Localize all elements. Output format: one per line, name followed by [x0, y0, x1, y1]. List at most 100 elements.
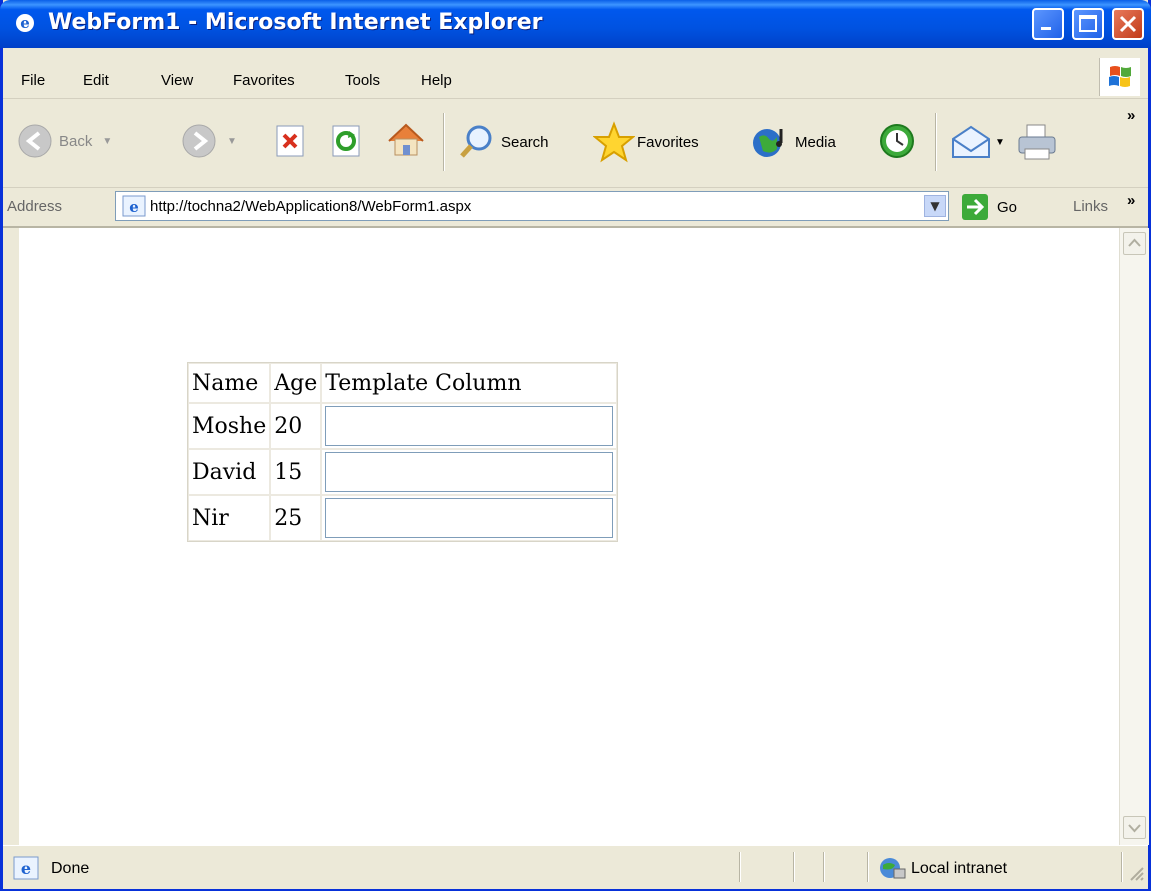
address-url: http://tochna2/WebApplication8/WebForm1.… — [150, 198, 472, 215]
svg-text:e: e — [21, 859, 31, 878]
status-separator — [823, 852, 825, 882]
media-icon — [753, 129, 783, 157]
home-icon — [388, 123, 424, 156]
favorites-label: Favorites — [637, 133, 699, 151]
grid-header-template: Template Column — [321, 363, 618, 403]
cell-template — [321, 403, 618, 449]
toolbar-separator — [443, 113, 445, 171]
search-icon — [460, 125, 492, 158]
resize-grip-icon[interactable] — [1127, 864, 1145, 882]
search-button[interactable]: Search — [457, 123, 549, 161]
browser-window: e WebForm1 - Microsoft Internet Explorer… — [0, 0, 1151, 891]
table-row: David 15 — [188, 449, 618, 495]
vertical-scrollbar[interactable] — [1119, 228, 1149, 845]
title-bar[interactable]: e WebForm1 - Microsoft Internet Explorer — [0, 0, 1151, 48]
cell-name: Moshe — [188, 403, 271, 449]
window-title: WebForm1 - Microsoft Internet Explorer — [48, 10, 543, 35]
scroll-down-button[interactable] — [1123, 816, 1146, 839]
cell-template — [321, 449, 618, 495]
media-label: Media — [795, 133, 836, 151]
favorites-button[interactable]: Favorites — [593, 121, 699, 163]
mail-button[interactable]: ▼ — [949, 123, 1005, 161]
menu-file[interactable]: File — [21, 72, 45, 89]
menu-bar: File Edit View Favorites Tools Help — [3, 48, 1148, 99]
svg-text:e: e — [129, 198, 139, 216]
template-textbox[interactable] — [325, 452, 614, 492]
table-row: Moshe 20 — [188, 403, 618, 449]
security-zone-label: Local intranet — [911, 860, 1008, 877]
back-label: Back — [59, 132, 93, 150]
grid-header-name: Name — [188, 363, 271, 403]
stop-icon — [276, 125, 304, 157]
back-button[interactable]: Back ▼ — [17, 123, 112, 159]
go-label: Go — [997, 198, 1018, 216]
status-bar: e Done Local intranet — [3, 845, 1148, 889]
menu-view[interactable]: View — [161, 72, 193, 89]
address-label: Address — [7, 198, 63, 215]
links-chevron-button[interactable]: » — [1127, 192, 1135, 209]
address-bar: Address e http://tochna2/WebApplication8… — [3, 188, 1148, 228]
cell-name: Nir — [188, 495, 271, 541]
status-separator — [793, 852, 795, 882]
refresh-button[interactable] — [329, 123, 363, 159]
search-label: Search — [501, 133, 549, 151]
status-separator — [867, 852, 869, 882]
page-content: Name Age Template Column Moshe 20 David … — [19, 228, 1119, 845]
back-arrow-icon — [18, 124, 52, 158]
ie-logo-icon: e — [16, 14, 34, 32]
home-button[interactable] — [385, 119, 427, 161]
toolbar-chevron-button[interactable]: » — [1127, 107, 1135, 124]
close-button[interactable] — [1112, 8, 1144, 40]
page-done-icon: e — [13, 856, 39, 880]
status-text: Done — [51, 860, 90, 877]
go-button[interactable]: Go — [961, 193, 1017, 221]
local-intranet-icon — [880, 858, 906, 879]
address-dropdown-icon[interactable]: ▼ — [924, 195, 946, 217]
stop-button[interactable] — [273, 123, 307, 159]
media-button[interactable]: Media — [749, 123, 836, 161]
address-input[interactable]: e http://tochna2/WebApplication8/WebForm… — [115, 191, 949, 221]
print-button[interactable] — [1015, 121, 1061, 163]
table-row: Nir 25 — [188, 495, 618, 541]
back-dropdown-icon[interactable]: ▼ — [102, 136, 112, 147]
menu-help[interactable]: Help — [421, 72, 452, 89]
grid-header-row: Name Age Template Column — [188, 363, 618, 403]
go-arrow-icon — [962, 194, 988, 220]
menu-favorites[interactable]: Favorites — [233, 72, 295, 89]
cell-template — [321, 495, 618, 541]
print-icon — [1018, 124, 1056, 160]
cell-age: 25 — [270, 495, 322, 541]
forward-dropdown-icon[interactable]: ▼ — [227, 136, 237, 147]
favorites-star-icon — [593, 121, 635, 163]
minimize-icon — [1041, 27, 1051, 30]
mail-dropdown-icon[interactable]: ▼ — [995, 137, 1005, 148]
forward-arrow-icon — [182, 124, 216, 158]
refresh-icon — [332, 125, 360, 157]
cell-age: 20 — [270, 403, 322, 449]
svg-text:e: e — [20, 14, 30, 32]
chevron-down-icon — [1128, 824, 1141, 833]
cell-name: David — [188, 449, 271, 495]
links-label[interactable]: Links — [1073, 198, 1108, 215]
datagrid: Name Age Template Column Moshe 20 David … — [187, 362, 619, 542]
mail-icon — [952, 125, 990, 158]
menu-edit[interactable]: Edit — [83, 72, 109, 89]
standard-toolbar: Back ▼ ▼ Search Favorites Media ▼ » — [3, 99, 1148, 188]
template-textbox[interactable] — [325, 406, 614, 446]
page-ie-icon: e — [122, 195, 146, 217]
toolbar-separator — [935, 113, 937, 171]
menu-tools[interactable]: Tools — [345, 72, 380, 89]
history-icon — [880, 124, 914, 158]
maximize-button[interactable] — [1072, 8, 1104, 40]
status-separator — [1121, 852, 1123, 882]
history-button[interactable] — [877, 121, 917, 161]
minimize-button[interactable] — [1032, 8, 1064, 40]
close-icon — [1119, 15, 1137, 33]
maximize-icon — [1079, 15, 1097, 32]
scroll-up-button[interactable] — [1123, 232, 1146, 255]
cell-age: 15 — [270, 449, 322, 495]
grid-header-age: Age — [270, 363, 322, 403]
forward-button[interactable]: ▼ — [181, 123, 237, 159]
template-textbox[interactable] — [325, 498, 614, 538]
windows-logo-icon — [1099, 58, 1140, 96]
